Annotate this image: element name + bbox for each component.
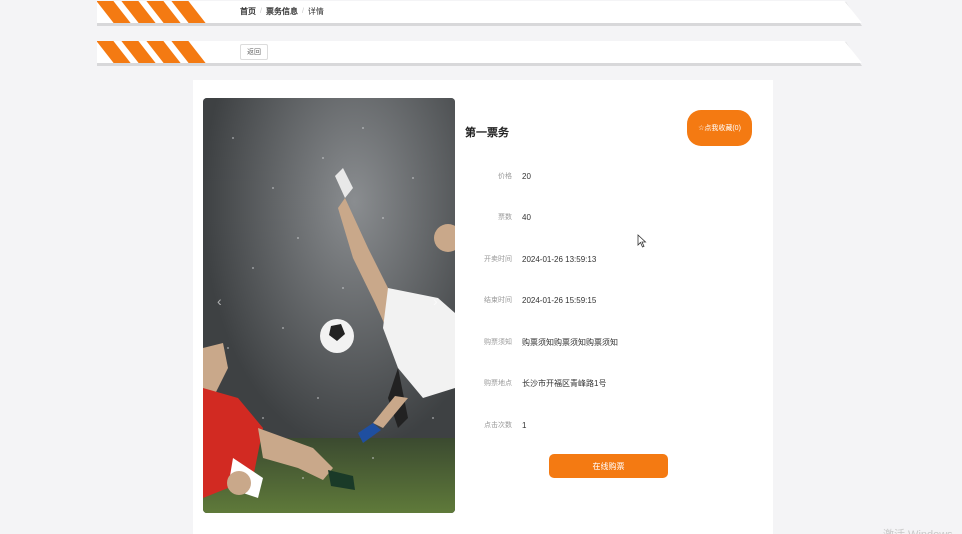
field-row-end-time: 结束时间 2024-01-26 15:59:15	[465, 293, 596, 307]
field-value: 2024-01-26 15:59:15	[522, 295, 597, 305]
buy-online-button[interactable]: 在线购票	[549, 454, 668, 478]
field-value: 40	[522, 212, 531, 222]
breadcrumb-section-link[interactable]: 票务信息	[266, 5, 298, 19]
field-value: 2024-01-26 13:59:13	[522, 254, 597, 264]
breadcrumb-home-link[interactable]: 首页	[240, 5, 256, 19]
field-label: 开卖时间	[484, 256, 512, 263]
field-label: 结束时间	[484, 297, 512, 304]
field-row-notice: 购票须知 购票须知购票须知购票须知	[465, 335, 618, 349]
breadcrumb-separator: /	[260, 8, 262, 15]
field-label: 购票须知	[484, 339, 512, 346]
football-photo	[203, 98, 455, 513]
field-value: 20	[522, 171, 531, 181]
windows-activation-watermark: 激活 Windows	[883, 526, 953, 534]
carousel-prev-icon[interactable]: ‹	[217, 293, 222, 309]
field-value: 1	[522, 420, 527, 430]
decorative-stripes	[97, 1, 212, 23]
decorative-stripes	[97, 41, 212, 63]
ticket-image-carousel[interactable]: ‹ ›	[203, 98, 455, 513]
back-button[interactable]: 返回	[240, 44, 268, 60]
field-row-price: 价格 20	[465, 169, 531, 183]
favorite-button[interactable]: ☆点我收藏(0)	[687, 110, 752, 146]
field-value: 购票须知购票须知购票须知	[522, 337, 618, 347]
field-row-click-count: 点击次数 1	[465, 418, 526, 432]
field-label: 票数	[498, 214, 512, 221]
mouse-cursor-icon	[637, 234, 647, 248]
ticket-title: 第一票务	[465, 127, 509, 139]
field-label: 点击次数	[484, 422, 512, 429]
field-value: 长沙市开福区青峰路1号	[522, 378, 607, 388]
breadcrumb-bar: 首页 / 票务信息 / 详情	[97, 1, 862, 23]
breadcrumb-separator: /	[301, 8, 304, 15]
field-label: 价格	[498, 173, 512, 180]
breadcrumb-current: 详情	[307, 7, 324, 16]
field-row-start-time: 开卖时间 2024-01-26 13:59:13	[465, 252, 596, 266]
toolbar-bar: 返回	[97, 41, 862, 63]
field-label: 购票地点	[484, 380, 512, 387]
detail-card: ‹ › 第一票务 ☆点我收藏(0) 价格 20 票数 40 开卖时间 2024-…	[193, 80, 773, 534]
field-row-ticket-count: 票数 40	[465, 210, 531, 224]
breadcrumb: 首页 / 票务信息 / 详情	[240, 5, 324, 19]
field-row-location: 购票地点 长沙市开福区青峰路1号	[465, 376, 606, 390]
carousel-next-icon[interactable]: ›	[433, 293, 438, 309]
